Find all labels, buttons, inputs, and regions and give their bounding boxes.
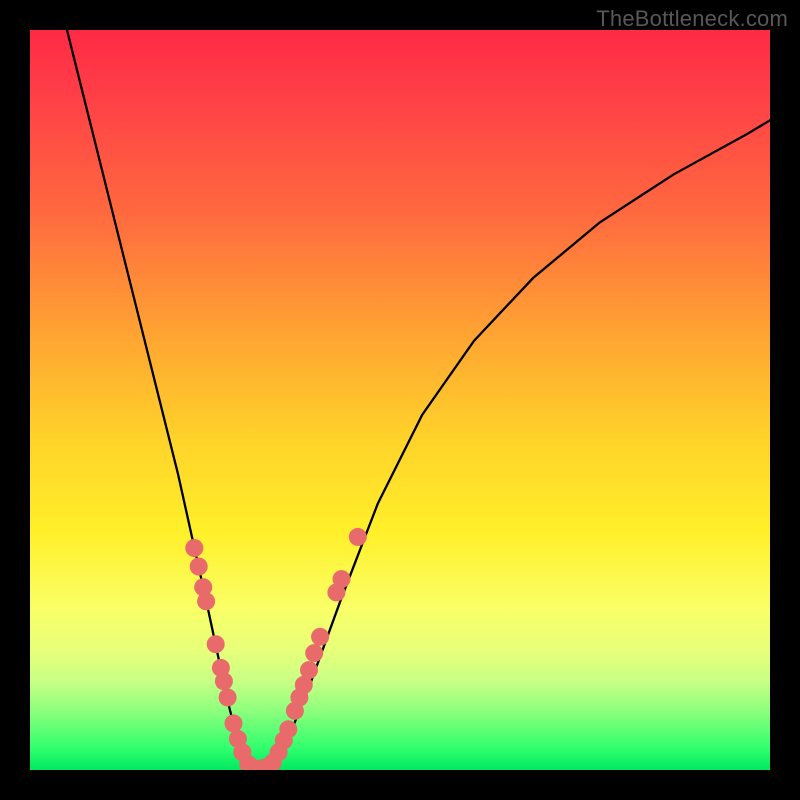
data-point-dot [190,558,208,576]
data-point-dot [197,592,215,610]
data-point-dot [207,635,225,653]
data-point-dot [305,644,323,662]
chart-frame: TheBottleneck.com [0,0,800,800]
plot-area [30,30,770,770]
data-point-dot [333,570,351,588]
data-point-dot [185,539,203,557]
data-point-dot [300,661,318,679]
data-point-dot [311,628,329,646]
watermark-text: TheBottleneck.com [596,6,788,32]
data-point-dot [219,689,237,707]
data-point-dot [279,720,297,738]
data-point-dot [225,714,243,732]
curve-right-branch [274,120,770,766]
data-point-dot [349,528,367,546]
curve-svg [30,30,770,770]
curve-left-branch [67,30,246,766]
data-point-dot [215,672,233,690]
highlight-dots [185,528,366,770]
